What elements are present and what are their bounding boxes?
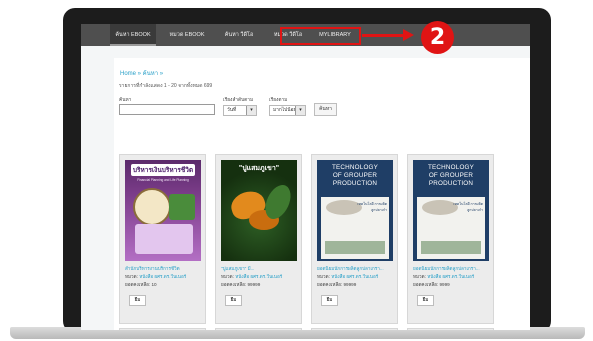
mylibrary-highlight-box — [280, 27, 361, 45]
nav-search-ebook[interactable]: ค้นหา EBOOK — [110, 24, 156, 46]
cover-subtitle: Financial Planning and Life Planning — [137, 178, 189, 182]
count-value: 99999 — [247, 282, 261, 287]
borrow-button[interactable]: ยืม — [417, 295, 434, 306]
category-label: หมวด: — [125, 274, 138, 279]
cover-heading-line: PRODUCTION — [332, 180, 378, 187]
borrow-button[interactable]: ยืม — [129, 295, 146, 306]
book-count: ยอดคงเหลือ: 99999 — [317, 282, 356, 289]
cover-heading: TECHNOLOGY OF GROUPER PRODUCTION — [413, 164, 489, 188]
category-label: หมวด: — [413, 274, 426, 279]
book-title-link[interactable]: ยอดนิยมนักการผลิตลูกปลาเกรา... — [413, 266, 493, 273]
book-category: หมวด: หนังสือ ผศร.ดร.วีนเนอร์ — [125, 274, 186, 281]
pointer-arrow-shaft — [362, 34, 406, 37]
search-button[interactable]: ค้นหา — [314, 103, 337, 116]
book-card: "ปูแสมภูเขา" "ปูแสมภูเขา" มี... หมวด: หน… — [215, 154, 302, 324]
category-label: หมวด: — [221, 274, 234, 279]
browser-screen: ค้นหา EBOOK หมวด EBOOK ค้นหา วีดีโอ หมวด… — [81, 24, 530, 330]
order-label: เรียงตาม — [269, 98, 288, 103]
book-card: TECHNOLOGY OF GROUPER PRODUCTION เทคโนโล… — [407, 154, 494, 324]
borrow-button[interactable]: ยืม — [225, 295, 242, 306]
book-cover[interactable]: "ปูแสมภูเขา" — [221, 160, 297, 261]
borrow-button[interactable]: ยืม — [321, 295, 338, 306]
step-number-badge: 2 — [421, 21, 454, 54]
book-title-link[interactable]: "ปูแสมภูเขา" มี... — [221, 266, 301, 273]
cover-heading-line: PRODUCTION — [428, 180, 474, 187]
cover-heading-line: OF GROUPER — [428, 172, 474, 179]
book-card: บริหารเงินบริหารชีวิต Financial Planning… — [119, 154, 206, 324]
arrow-right-icon — [403, 29, 414, 41]
cover-subtitle: เทคโนโลยี การผลิตลูกปลาเก๋า — [453, 202, 483, 212]
book-title-link[interactable]: ยอดนิยมนักการผลิตลูกปลาเกรา... — [317, 266, 397, 273]
book-card-partial — [311, 328, 398, 330]
nav-search-video[interactable]: ค้นหา วีดีโอ — [217, 24, 261, 46]
order-select-value: มากไปน้อย — [273, 108, 297, 113]
book-card-partial — [407, 328, 494, 330]
book-count: ยอดคงเหลือ: 99999 — [221, 282, 260, 289]
count-value: 99999 — [343, 282, 357, 287]
book-card: TECHNOLOGY OF GROUPER PRODUCTION เทคโนโล… — [311, 154, 398, 324]
book-count: ยอดคงเหลือ: 10 — [125, 282, 157, 289]
book-title-link[interactable]: สำนักบริหารงานบริการชีวิต — [125, 266, 205, 273]
cover-heading: TECHNOLOGY OF GROUPER PRODUCTION — [317, 164, 393, 188]
cover-heading-line: TECHNOLOGY — [331, 164, 379, 171]
category-value[interactable]: หนังสือ ผศร.ดร.วีนเนอร์ — [331, 274, 378, 279]
book-category: หมวด: หนังสือ ผศร.ดร.วีนเนอร์ — [413, 274, 474, 281]
book-category: หมวด: หนังสือ ผศร.ดร.วีนเนอร์ — [221, 274, 282, 281]
cover-panel: เทคโนโลยี การผลิตลูกปลาเก๋า — [321, 197, 389, 259]
book-count: ยอดคงเหลือ: 9999 — [413, 282, 450, 289]
order-select[interactable]: มากไปน้อย ▾ — [269, 105, 306, 116]
main-content: Home » ค้นหา » รายการที่กำลังแสดง 1 - 20… — [114, 58, 530, 330]
sort-select-value: วันที่ — [227, 108, 237, 113]
cover-panel: เทคโนโลยี การผลิตลูกปลาเก๋า — [417, 197, 485, 259]
cover-subtitle: เทคโนโลยี การผลิตลูกปลาเก๋า — [357, 202, 387, 212]
category-value[interactable]: หนังสือ ผศร.ดร.วีนเนอร์ — [427, 274, 474, 279]
nav-ebook-categories[interactable]: หมวด EBOOK — [162, 24, 212, 46]
book-cover[interactable]: บริหารเงินบริหารชีวิต Financial Planning… — [125, 160, 201, 261]
search-input[interactable] — [119, 104, 215, 115]
book-card-partial — [215, 328, 302, 330]
cover-heading-line: OF GROUPER — [332, 172, 378, 179]
cover-panel — [135, 224, 193, 254]
cover-title: บริหารเงินบริหารชีวิต — [132, 167, 194, 174]
clock-icon — [133, 188, 171, 226]
breadcrumb[interactable]: Home » ค้นหา » — [120, 68, 163, 78]
cover-heading-line: TECHNOLOGY — [427, 164, 475, 171]
chevron-down-icon: ▾ — [246, 106, 256, 115]
search-label: ค้นหา — [119, 98, 132, 103]
category-value[interactable]: หนังสือ ผศร.ดร.วีนเนอร์ — [235, 274, 282, 279]
sort-select[interactable]: วันที่ ▾ — [223, 105, 257, 116]
book-cover[interactable]: TECHNOLOGY OF GROUPER PRODUCTION เทคโนโล… — [413, 160, 489, 261]
category-label: หมวด: — [317, 274, 330, 279]
photo-tile-icon — [169, 194, 195, 220]
sort-label: เรียงลำดับตาม — [223, 98, 254, 103]
results-range: รายการที่กำลังแสดง 1 - 20 จากทั้งหมด 699 — [119, 83, 213, 89]
count-label: ยอดคงเหลือ: — [413, 282, 439, 287]
book-cover[interactable]: TECHNOLOGY OF GROUPER PRODUCTION เทคโนโล… — [317, 160, 393, 261]
chevron-down-icon: ▾ — [295, 106, 305, 115]
count-label: ยอดคงเหลือ: — [125, 282, 151, 287]
photo-strip — [421, 241, 481, 254]
count-label: ยอดคงเหลือ: — [221, 282, 247, 287]
count-value: 10 — [151, 282, 157, 287]
cover-title: "ปูแสมภูเขา" — [238, 165, 280, 172]
book-card-partial — [119, 328, 206, 330]
count-value: 9999 — [439, 282, 450, 287]
book-category: หมวด: หนังสือ ผศร.ดร.วีนเนอร์ — [317, 274, 378, 281]
photo-strip — [325, 241, 385, 254]
count-label: ยอดคงเหลือ: — [317, 282, 343, 287]
category-value[interactable]: หนังสือ ผศร.ดร.วีนเนอร์ — [139, 274, 186, 279]
